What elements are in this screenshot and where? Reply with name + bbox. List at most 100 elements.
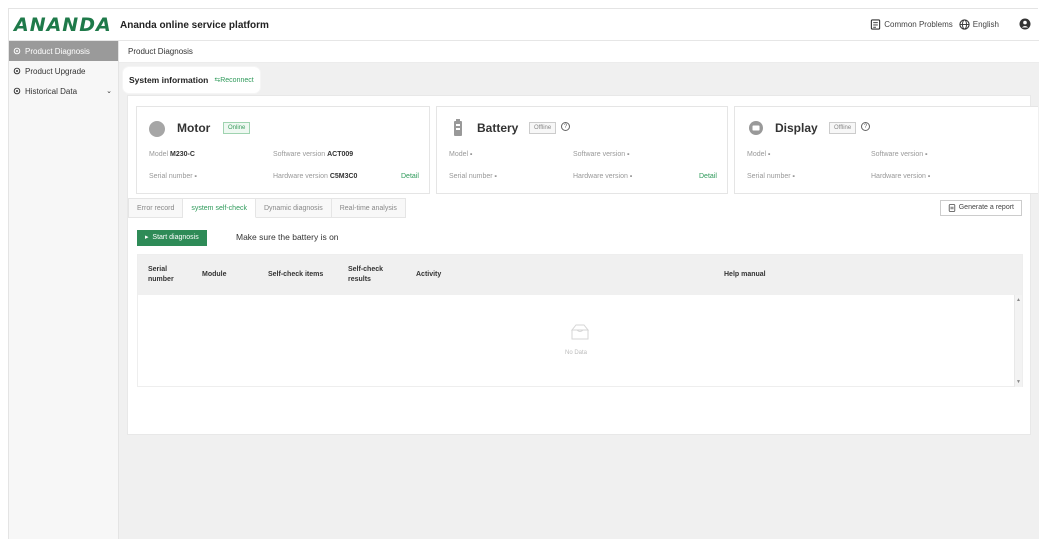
column-module: Module [202, 271, 227, 278]
page: ANANDA Ananda online service platform Co… [0, 0, 1045, 539]
motor-card: Motor Online Model M230-C Software versi… [136, 106, 430, 194]
display-software-value: - [925, 151, 928, 158]
column-activity: Activity [416, 271, 442, 278]
column-self-check-results: Self-check results [348, 266, 384, 283]
sidebar: Product Diagnosis Product Upgrade Histor… [9, 41, 119, 539]
main-area: Product Diagnosis System information ⇆Re… [119, 41, 1039, 539]
display-serial-field: Serial number - [747, 173, 795, 180]
battery-hardware-value: - [629, 173, 633, 180]
battery-card: Battery Offline ? Model - Software versi… [436, 106, 728, 194]
help-icon[interactable]: ? [561, 122, 570, 131]
sidebar-item-label: Product Diagnosis [25, 46, 90, 56]
generate-report-button[interactable]: Generate a report [939, 200, 1022, 216]
document-icon [948, 204, 955, 212]
motor-software-field: Software version ACT009 [273, 151, 353, 158]
motor-model-label: Model [149, 151, 169, 158]
tab-dynamic-diagnosis[interactable]: Dynamic diagnosis [255, 198, 332, 218]
sidebar-item-product-upgrade[interactable]: Product Upgrade [9, 61, 118, 81]
display-serial-value: - [792, 173, 795, 180]
motor-serial-label: Serial number [149, 173, 193, 180]
display-software-label: Software version [871, 151, 924, 158]
device-panel: Motor Online Model M230-C Software versi… [127, 95, 1038, 435]
help-icon[interactable]: ? [861, 122, 870, 131]
self-check-table: Serial number Module Self-check items Se… [137, 254, 1023, 387]
motor-software-value: ACT009 [327, 151, 354, 158]
motor-model-field: Model M230-C [149, 151, 195, 158]
tab-system-self-check[interactable]: system self-check [183, 198, 256, 218]
sidebar-item-product-diagnosis[interactable]: Product Diagnosis [9, 41, 118, 61]
reconnect-link[interactable]: ⇆Reconnect [214, 76, 253, 84]
battery-software-label: Software version [573, 151, 626, 158]
brand-logo: ANANDA [14, 14, 112, 36]
display-serial-label: Serial number [747, 173, 791, 180]
no-data-text: No Data [565, 350, 588, 356]
display-software-field: Software version - [871, 151, 927, 158]
motor-model-value: M230-C [170, 151, 195, 158]
sidebar-item-historical-data[interactable]: Historical Data ⌄ [9, 81, 118, 101]
display-hardware-label: Hardware version [871, 173, 926, 180]
display-model-value: - [768, 151, 771, 158]
globe-icon [959, 18, 970, 30]
system-info-title: System information [129, 75, 209, 85]
tab-real-time-analysis[interactable]: Real-time analysis [331, 198, 406, 218]
generate-report-label: Generate a report [958, 204, 1014, 211]
start-diagnosis-label: Start diagnosis [152, 234, 199, 241]
motor-serial-field: Serial number - [149, 173, 197, 180]
battery-serial-field: Serial number - [449, 173, 497, 180]
language-switch[interactable]: English [959, 18, 999, 30]
battery-model-field: Model - [449, 151, 472, 158]
start-diagnosis-button[interactable]: ▸ Start diagnosis [137, 230, 207, 246]
table-header: Serial number Module Self-check items Se… [138, 255, 1022, 295]
scroll-up-icon: ▲ [1016, 297, 1021, 303]
display-hardware-value: - [927, 173, 931, 180]
battery-status-badge: Offline [529, 122, 557, 134]
battery-detail-link[interactable]: Detail [699, 173, 717, 180]
battery-software-value: - [627, 151, 630, 158]
battery-name: Battery [477, 121, 519, 135]
display-card: Display Offline ? Model - Software versi… [734, 106, 1038, 194]
display-icon [749, 121, 763, 135]
motor-software-label: Software version [273, 151, 326, 158]
motor-name: Motor [177, 121, 211, 135]
empty-box-icon [570, 324, 590, 340]
display-hardware-field: Hardware version - [871, 173, 930, 180]
motor-icon [149, 121, 165, 137]
motor-hardware-field: Hardware version C5M3C0 [273, 173, 357, 180]
sidebar-item-label: Product Upgrade [25, 66, 86, 76]
battery-serial-label: Serial number [449, 173, 493, 180]
display-status-badge: Offline [829, 122, 857, 134]
motor-serial-value: - [194, 173, 197, 180]
app-window: ANANDA Ananda online service platform Co… [8, 8, 1039, 539]
column-help-manual: Help manual [724, 271, 766, 278]
display-name: Display [775, 121, 818, 135]
column-serial-number: Serial number [148, 266, 174, 283]
motor-detail-link[interactable]: Detail [401, 173, 419, 180]
language-label: English [972, 19, 999, 29]
content-area: System information ⇆Reconnect Motor Onli… [119, 63, 1039, 539]
battery-serial-value: - [494, 173, 497, 180]
battery-hardware-label: Hardware version [573, 173, 628, 180]
user-avatar-icon[interactable] [1019, 18, 1031, 30]
common-problems-link[interactable]: Common Problems [870, 18, 953, 30]
display-model-label: Model [747, 151, 767, 158]
battery-hardware-field: Hardware version - [573, 173, 632, 180]
table-scrollbar[interactable]: ▲ ▼ [1014, 295, 1022, 387]
sidebar-item-label: Historical Data [25, 86, 78, 96]
document-icon [871, 18, 881, 30]
tab-error-record[interactable]: Error record [128, 198, 184, 218]
breadcrumb: Product Diagnosis [119, 41, 1039, 63]
column-self-check-items: Self-check items [268, 271, 324, 278]
gear-icon [13, 87, 21, 95]
common-problems-label: Common Problems [884, 19, 953, 29]
battery-software-field: Software version - [573, 151, 629, 158]
motor-hardware-label: Hardware version [273, 173, 328, 180]
gear-icon [13, 47, 21, 55]
battery-icon [454, 119, 462, 136]
battery-model-value: - [470, 151, 473, 158]
gear-icon [13, 67, 21, 75]
top-header: ANANDA Ananda online service platform Co… [9, 9, 1039, 41]
battery-model-label: Model [449, 151, 469, 158]
diagnosis-tabs: Error record system self-check Dynamic d… [128, 198, 406, 218]
display-model-field: Model - [747, 151, 770, 158]
app-title: Ananda online service platform [120, 20, 269, 31]
